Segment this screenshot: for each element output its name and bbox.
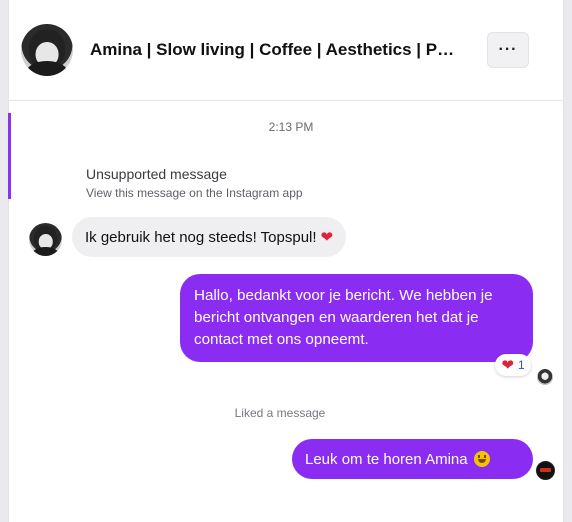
heart-emoji: ❤ (320, 229, 334, 246)
seen-logo-avatar (536, 461, 555, 480)
incoming-message-text: Ik gebruik het nog steeds! Topspul! (85, 228, 317, 246)
outgoing-message-text-2: Leuk om te horen Amina (305, 450, 468, 468)
outgoing-message-bubble-2[interactable]: Leuk om te horen Amina (292, 439, 533, 479)
smile-emoji-icon (473, 451, 490, 467)
header-divider (8, 100, 564, 101)
sender-avatar[interactable] (29, 223, 62, 256)
message-timestamp: 2:13 PM (268, 120, 314, 134)
brand-logo-icon (540, 468, 551, 472)
more-options-button[interactable]: ··· (487, 32, 529, 68)
liked-message-label: Liked a message (234, 406, 326, 420)
outgoing-message-bubble[interactable]: Hallo, bedankt voor je bericht. We hebbe… (180, 274, 533, 362)
reaction-count: 1 (517, 358, 525, 372)
heart-reaction-icon: ❤ (501, 356, 514, 374)
outgoing-message-text: Hallo, bedankt voor je bericht. We hebbe… (194, 287, 493, 348)
unsupported-message-link[interactable]: View this message on the Instagram app (86, 186, 303, 200)
contact-name[interactable]: Amina | Slow living | Coffee | Aesthetic… (90, 40, 460, 62)
contact-avatar[interactable] (21, 24, 73, 76)
more-icon: ··· (498, 41, 518, 58)
seen-avatar (537, 369, 553, 385)
unsupported-message-title: Unsupported message (86, 166, 227, 182)
conversation-header: Amina | Slow living | Coffee | Aesthetic… (8, 0, 564, 100)
incoming-message-bubble[interactable]: Ik gebruik het nog steeds! Topspul! ❤ (72, 217, 347, 257)
conversation-panel: Amina | Slow living | Coffee | Aesthetic… (8, 0, 564, 522)
reaction-pill[interactable]: ❤ 1 (495, 354, 531, 376)
